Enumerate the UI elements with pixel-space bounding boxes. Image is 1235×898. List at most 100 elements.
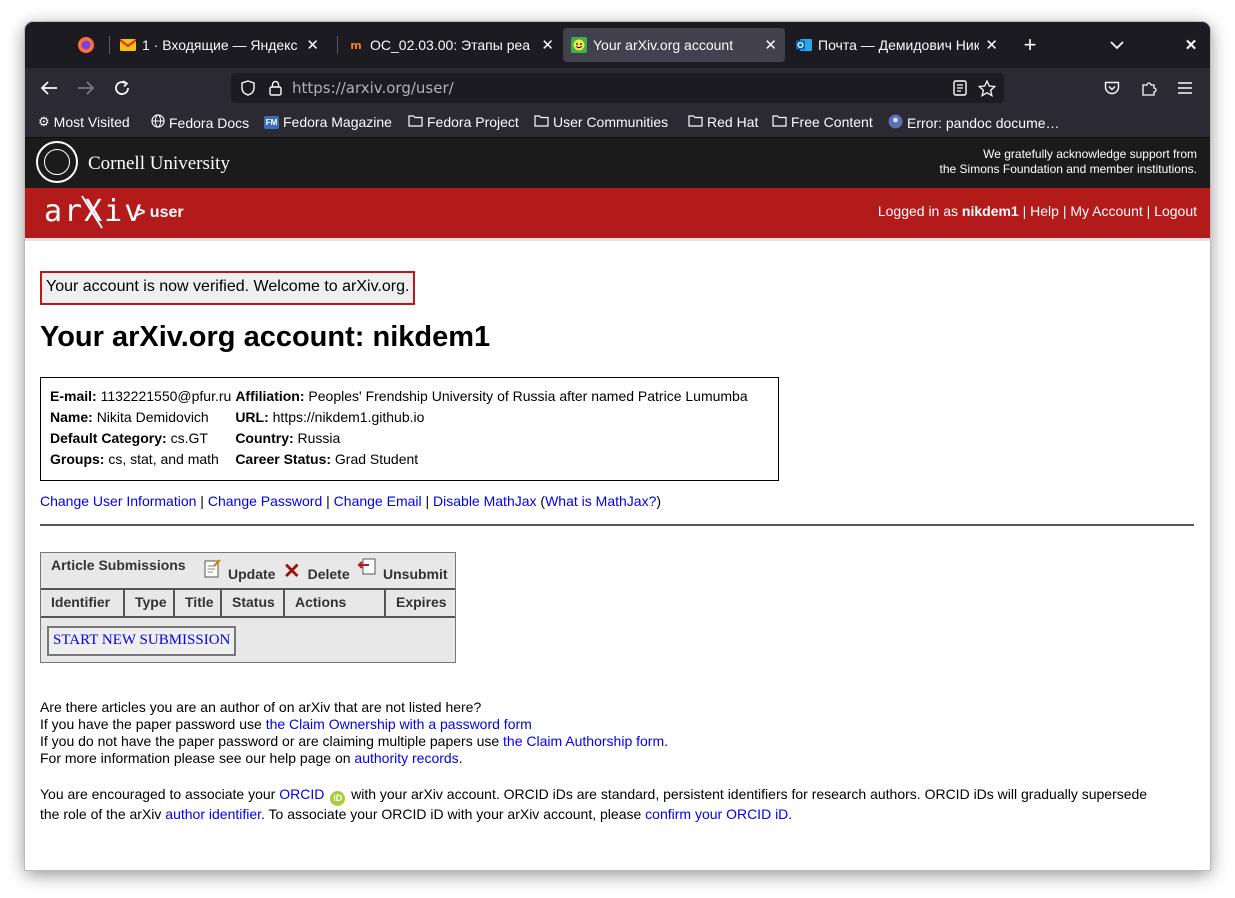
address-bar[interactable]: https://arxiv.org/user/ <box>231 73 1004 103</box>
submissions-column-headers: Identifier Type Title Status Actions Exp… <box>41 590 455 618</box>
bookmark-most-visited[interactable]: ⚙ Most Visited <box>38 114 130 130</box>
bookmark-user-communities[interactable]: User Communities <box>534 114 668 130</box>
tab-outlook-mail[interactable]: Почта — Демидович Ник ✕ <box>788 28 1006 62</box>
account-info-box: E-mail: 1132221550@pfur.ru Affiliation: … <box>40 377 779 481</box>
tab-arxiv-account[interactable]: Your arXiv.org account ✕ <box>563 28 785 62</box>
logout-link[interactable]: Logout <box>1154 203 1197 219</box>
extensions-puzzle-icon[interactable] <box>1138 77 1160 99</box>
page-title: Your arXiv.org account: nikdem1 <box>40 321 491 353</box>
affiliation-value: Peoples' Frendship University of Russia … <box>308 387 748 404</box>
folder-icon <box>408 114 423 130</box>
close-tab-icon[interactable]: ✕ <box>764 36 777 54</box>
submissions-header: Article Submissions Update ✕ Delete Unsu… <box>41 553 455 590</box>
unsubmit-icon <box>357 558 376 575</box>
bookmark-free-content[interactable]: Free Content <box>772 114 873 130</box>
close-tab-icon[interactable]: ✕ <box>985 36 998 54</box>
submissions-title: Article Submissions <box>51 557 186 573</box>
arxiv-header: arXiv > user Logged in as nikdem1 | Help… <box>25 188 1210 241</box>
claim-authorship-link[interactable]: the Claim Authorship form <box>503 733 664 749</box>
name-value: Nikita Demidovich <box>96 408 209 425</box>
user-nav: Logged in as nikdem1 | Help | My Account… <box>877 203 1197 219</box>
gmail-envelope-icon <box>120 37 136 53</box>
folder-icon <box>772 114 787 130</box>
folder-icon <box>688 114 703 130</box>
delete-legend: ✕ Delete <box>283 560 350 583</box>
new-tab-icon[interactable]: + <box>1018 32 1042 57</box>
claim-authorship-section: Are there articles you are an author of … <box>40 699 669 766</box>
close-tab-icon[interactable]: ✕ <box>541 36 554 54</box>
document-icon <box>888 114 903 132</box>
tab-bar: 1 · Входящие — Яндекс П ✕ m ОС_02.03.00:… <box>25 22 1210 68</box>
claim-ownership-link[interactable]: the Claim Ownership with a password form <box>266 716 532 732</box>
arxiv-smiley-icon <box>571 37 587 53</box>
folder-icon <box>534 114 549 130</box>
update-icon <box>204 559 221 578</box>
bookmark-pandoc-error[interactable]: Error: pandoc docume… <box>888 114 1060 132</box>
breadcrumb: > user <box>136 204 184 221</box>
url-text[interactable]: https://arxiv.org/user/ <box>292 79 454 97</box>
change-email-link[interactable]: Change Email <box>334 493 422 509</box>
hamburger-menu-icon[interactable] <box>1174 77 1196 99</box>
lock-icon[interactable] <box>266 78 284 98</box>
arxiv-x-mark-icon <box>81 195 103 229</box>
close-window-icon[interactable]: ✕ <box>1180 34 1202 56</box>
change-password-link[interactable]: Change Password <box>208 493 322 509</box>
author-identifier-link[interactable]: author identifier <box>165 806 261 822</box>
bookmark-fedora-project[interactable]: Fedora Project <box>408 114 519 130</box>
bookmark-red-hat[interactable]: Red Hat <box>688 114 758 130</box>
list-all-tabs-icon[interactable] <box>1105 34 1129 56</box>
update-legend: Update <box>204 557 275 582</box>
reload-icon[interactable] <box>111 77 133 99</box>
browser-window: 1 · Входящие — Яндекс П ✕ m ОС_02.03.00:… <box>25 22 1210 870</box>
reader-view-icon[interactable] <box>950 78 970 98</box>
gear-icon: ⚙ <box>38 114 50 129</box>
bookmark-fedora-docs[interactable]: Fedora Docs <box>151 114 249 131</box>
orcid-link[interactable]: ORCID <box>279 786 324 802</box>
fm-icon: FM <box>264 115 279 129</box>
firefox-view-icon[interactable] <box>75 35 97 55</box>
orcid-icon: iD <box>330 791 346 806</box>
email-value: 1132221550@pfur.ru <box>100 387 232 404</box>
back-arrow-icon[interactable] <box>38 77 60 99</box>
category-value: cs.GT <box>170 429 208 446</box>
col-status: Status <box>220 590 283 616</box>
help-link[interactable]: Help <box>1030 203 1059 219</box>
close-tab-icon[interactable]: ✕ <box>306 36 319 54</box>
disable-mathjax-link[interactable]: Disable MathJax <box>433 493 537 509</box>
authority-records-link[interactable]: authority records <box>354 750 458 766</box>
unsubmit-legend: Unsubmit <box>357 557 448 582</box>
url-value: https://nikdem1.github.io <box>272 408 425 425</box>
tab-yandex-mail[interactable]: 1 · Входящие — Яндекс П ✕ <box>112 28 327 62</box>
tab-moodle[interactable]: m ОС_02.03.00: Этапы реа ✕ <box>340 28 562 62</box>
col-expires: Expires <box>384 590 455 616</box>
verification-message: Your account is now verified. Welcome to… <box>40 271 416 305</box>
country-value: Russia <box>297 429 341 446</box>
cornell-logo-text[interactable]: Cornell University <box>88 153 230 175</box>
account-links: Change User Information | Change Passwor… <box>40 493 662 509</box>
outlook-icon <box>796 37 812 53</box>
username: nikdem1 <box>961 203 1019 219</box>
navigation-toolbar: https://arxiv.org/user/ <box>25 68 1210 108</box>
cornell-seal-icon[interactable] <box>36 141 78 183</box>
shield-icon[interactable] <box>239 78 257 98</box>
cornell-banner: Cornell University We gratefully acknowl… <box>25 138 1210 188</box>
start-new-submission-button[interactable]: START NEW SUBMISSION <box>47 626 237 656</box>
col-type: Type <box>123 590 173 616</box>
pocket-icon[interactable] <box>1101 77 1123 99</box>
groups-value: cs, stat, and math <box>108 450 219 467</box>
bookmark-fedora-magazine[interactable]: FM Fedora Magazine <box>264 114 392 130</box>
my-account-link[interactable]: My Account <box>1070 203 1142 219</box>
col-title: Title <box>173 590 220 616</box>
web-page: Cornell University We gratefully acknowl… <box>25 138 1210 870</box>
bookmark-star-icon[interactable] <box>977 78 997 98</box>
col-actions: Actions <box>283 590 384 616</box>
divider <box>40 524 1194 526</box>
what-is-mathjax-link[interactable]: What is MathJax? <box>545 493 656 509</box>
confirm-orcid-link[interactable]: confirm your ORCID iD <box>645 806 788 822</box>
bookmarks-toolbar: ⚙ Most Visited Fedora Docs FM Fedora Magaz… <box>25 108 1210 138</box>
change-user-info-link[interactable]: Change User Information <box>40 493 196 509</box>
career-value: Grad Student <box>334 450 419 467</box>
article-submissions-table: Article Submissions Update ✕ Delete Unsu… <box>40 552 456 663</box>
orcid-section: You are encouraged to associate your ORC… <box>40 786 1148 822</box>
forward-arrow-icon[interactable] <box>75 77 97 99</box>
